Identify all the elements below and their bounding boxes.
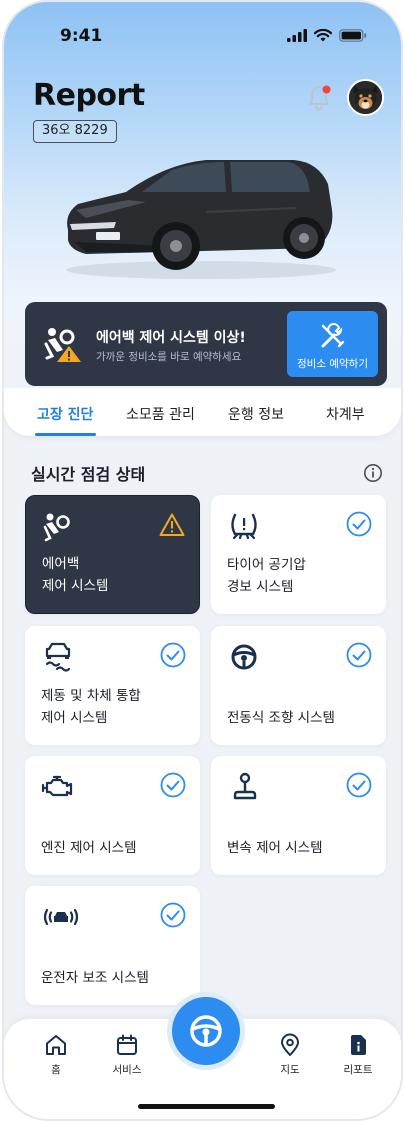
avatar[interactable] [347, 79, 384, 116]
cellular-signal-icon [287, 29, 307, 42]
car-image [66, 160, 336, 279]
check-icon [160, 902, 186, 928]
system-card-tire-pressure[interactable]: 타이어 공기압 경보 시스템 [211, 495, 386, 614]
report-icon [351, 1035, 366, 1055]
alert-banner: 에어백 제어 시스템 이상! 가까운 정비소를 바로 예약하세요 정비소 예약하… [25, 302, 387, 386]
tab-driving-info[interactable]: 운행 정보 [228, 404, 284, 424]
page-title: Report [33, 78, 145, 113]
alert-subtitle: 가까운 정비소를 바로 예약하세요 [96, 351, 242, 363]
dog-avatar-image [349, 81, 382, 114]
phone-frame: 9:41 Report 36오 8229 에어백 제어 시스템 이상! 가까운 … [2, 0, 403, 1121]
system-card-airbag[interactable]: 에어백 제어 시스템 [25, 495, 200, 614]
nav-label: 리포트 [343, 1064, 373, 1076]
steering-wheel-icon [190, 1015, 222, 1047]
status-icons [287, 29, 367, 42]
tab-consumables[interactable]: 소모품 관리 [126, 404, 195, 424]
gear-shift-icon [233, 772, 257, 800]
engine-icon [41, 775, 73, 797]
system-label: 변속 제어 시스템 [227, 840, 323, 856]
system-label: 전동식 조향 시스템 [227, 710, 335, 726]
tab-bar: 고장 진단 소모품 관리 운행 정보 차계부 [4, 388, 401, 436]
steering-wheel-icon [231, 644, 257, 670]
warning-icon [159, 513, 185, 536]
system-card-engine[interactable]: 엔진 제어 시스템 [25, 756, 200, 875]
airbag-warning-icon [44, 328, 81, 362]
wifi-icon [314, 29, 332, 42]
check-icon [346, 772, 372, 798]
tire-pressure-icon [231, 513, 257, 540]
battery-icon [339, 29, 367, 42]
system-label: 타이어 공기압 경보 시스템 [227, 557, 306, 595]
system-label: 운전자 보조 시스템 [41, 970, 149, 986]
nav-label: 홈 [51, 1064, 61, 1076]
map-pin-icon [281, 1033, 299, 1056]
nav-label: 지도 [280, 1064, 300, 1076]
nav-home[interactable]: 홈 [31, 1033, 81, 1077]
calendar-icon [117, 1034, 137, 1055]
system-card-steering[interactable]: 전동식 조향 시스템 [211, 626, 386, 745]
driver-assist-icon [43, 908, 79, 926]
nav-label: 서비스 [112, 1064, 142, 1076]
section-title: 실시간 점검 상태 [31, 465, 146, 484]
check-icon [160, 642, 186, 668]
home-icon [46, 1035, 66, 1055]
bell-icon [309, 85, 331, 111]
alert-title: 에어백 제어 시스템 이상! [96, 330, 246, 346]
system-label: 엔진 제어 시스템 [41, 840, 137, 856]
status-time: 9:41 [60, 26, 103, 46]
nav-map[interactable]: 지도 [265, 1033, 315, 1077]
info-icon[interactable] [363, 463, 383, 483]
tab-diagnosis[interactable]: 고장 진단 [37, 404, 93, 424]
skid-control-icon [45, 642, 71, 672]
status-bar: 9:41 [4, 22, 401, 52]
book-service-button[interactable]: 정비소 예약하기 [287, 311, 378, 377]
check-icon [160, 772, 186, 798]
tab-active-indicator [35, 433, 96, 436]
system-label: 제동 및 차체 통합 제어 시스템 [41, 688, 141, 726]
nav-service[interactable]: 서비스 [102, 1033, 152, 1077]
airbag-icon [43, 513, 70, 542]
wrench-screwdriver-icon [321, 323, 345, 348]
notification-dot [322, 85, 331, 94]
book-service-label: 정비소 예약하기 [297, 358, 368, 370]
system-label: 에어백 제어 시스템 [42, 556, 109, 594]
home-indicator [138, 1104, 275, 1109]
tab-logbook[interactable]: 차계부 [326, 404, 365, 424]
check-icon [346, 642, 372, 668]
notification-button[interactable] [305, 82, 333, 112]
check-icon [346, 511, 372, 537]
drive-fab-button[interactable] [172, 997, 240, 1065]
system-card-brake-body[interactable]: 제동 및 차체 통합 제어 시스템 [25, 626, 200, 745]
nav-report[interactable]: 리포트 [333, 1033, 383, 1077]
system-card-transmission[interactable]: 변속 제어 시스템 [211, 756, 386, 875]
system-card-driver-assist[interactable]: 운전자 보조 시스템 [25, 886, 200, 1005]
license-plate: 36오 8229 [33, 120, 117, 143]
